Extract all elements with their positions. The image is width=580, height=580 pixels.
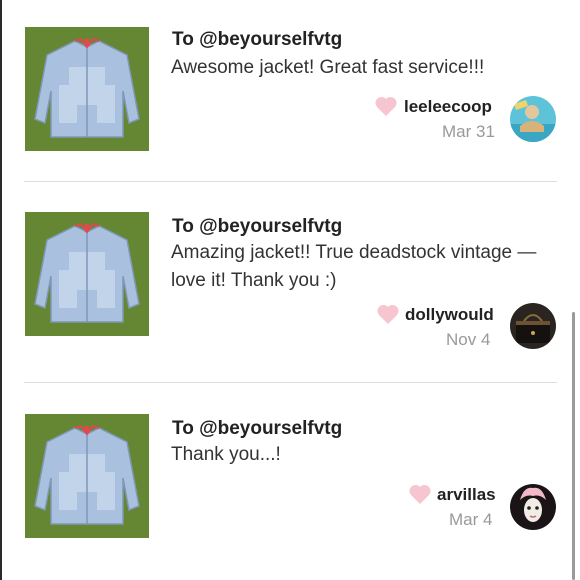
review-recipient[interactable]: To @beyourselfvtg bbox=[172, 418, 342, 440]
reviewer-avatar[interactable] bbox=[510, 484, 556, 530]
review-recipient[interactable]: To @beyourselfvtg bbox=[172, 216, 342, 238]
avatar-image bbox=[510, 303, 556, 349]
product-thumbnail[interactable] bbox=[25, 212, 149, 336]
review-divider bbox=[24, 382, 557, 383]
review-date: Nov 4 bbox=[446, 330, 491, 349]
avatar-image bbox=[510, 96, 556, 142]
reviewer-username[interactable]: dollywould bbox=[405, 305, 494, 325]
product-thumbnail[interactable] bbox=[25, 27, 149, 151]
review-date: Mar 31 bbox=[442, 122, 495, 141]
review-divider bbox=[24, 181, 557, 182]
heart-icon[interactable] bbox=[408, 483, 432, 505]
avatar-image bbox=[510, 484, 556, 530]
heart-icon[interactable] bbox=[376, 303, 400, 325]
reviewer-username[interactable]: arvillas bbox=[437, 485, 496, 505]
vertical-scrollbar[interactable] bbox=[572, 312, 575, 580]
denim-jacket-image bbox=[25, 27, 149, 151]
review-date: Mar 4 bbox=[449, 510, 493, 529]
review-comment: Amazing jacket!! True deadstock vintage … bbox=[171, 242, 537, 291]
reviewer-avatar[interactable] bbox=[510, 96, 556, 142]
reviewer-username[interactable]: leeleecoop bbox=[404, 97, 492, 117]
window-left-edge bbox=[0, 0, 2, 580]
review-recipient[interactable]: To @beyourselfvtg bbox=[172, 29, 342, 51]
denim-jacket-image bbox=[25, 414, 149, 538]
heart-icon[interactable] bbox=[374, 95, 398, 117]
denim-jacket-image bbox=[25, 212, 149, 336]
reviewer-avatar[interactable] bbox=[510, 303, 556, 349]
review-comment: Awesome jacket! Great fast service!!! bbox=[171, 57, 485, 78]
product-thumbnail[interactable] bbox=[25, 414, 149, 538]
review-comment: Thank you...! bbox=[171, 444, 281, 465]
